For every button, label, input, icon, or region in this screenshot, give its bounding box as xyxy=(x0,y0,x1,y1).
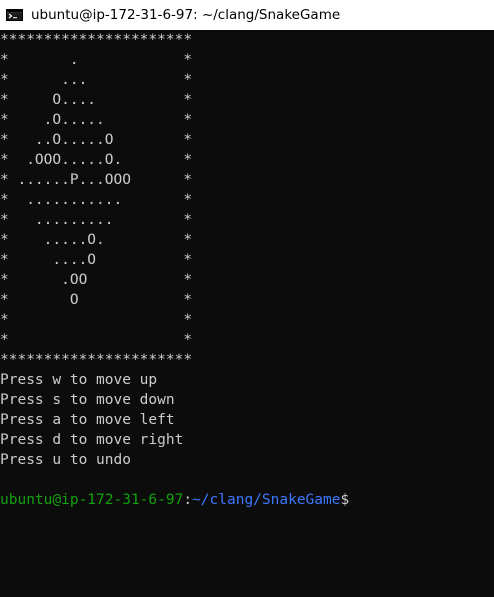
board-row: * ... * xyxy=(0,72,193,88)
instruction-line: Press a to move left xyxy=(0,412,175,428)
prompt-user-host: ubuntu@ip-172-31-6-97 xyxy=(0,492,184,508)
board-row: * ........... * xyxy=(0,192,193,208)
board-row: * O.... * xyxy=(0,92,193,108)
board-row: * * xyxy=(0,312,193,328)
prompt-symbol: $ xyxy=(340,492,350,508)
board-row: * ..O.....O * xyxy=(0,132,193,148)
terminal-content[interactable]: ********************** * . * * ... * * O… xyxy=(0,30,494,597)
board-row: * ......... * xyxy=(0,212,193,228)
board-row: * ....O * xyxy=(0,252,193,268)
instruction-line: Press w to move up xyxy=(0,372,158,388)
board-row: * O * xyxy=(0,292,193,308)
instruction-line: Press d to move right xyxy=(0,432,184,448)
instruction-line: Press u to undo xyxy=(0,452,131,468)
board-row: * .....O. * xyxy=(0,232,193,248)
board-row: * ......P...OOO * xyxy=(0,172,193,188)
terminal-window: ubuntu@ip-172-31-6-97: ~/clang/SnakeGame… xyxy=(0,0,494,597)
prompt-separator: : xyxy=(183,492,193,508)
board-row: * .OO * xyxy=(0,272,193,288)
title-bar[interactable]: ubuntu@ip-172-31-6-97: ~/clang/SnakeGame xyxy=(0,0,494,30)
instruction-line: Press s to move down xyxy=(0,392,175,408)
board-row: ********************** xyxy=(0,352,193,368)
board-row: * .O..... * xyxy=(0,112,193,128)
board-row: * * xyxy=(0,332,193,348)
board-row: * .OOO.....O. * xyxy=(0,152,193,168)
terminal-icon xyxy=(6,9,23,21)
prompt-path: ~/clang/SnakeGame xyxy=(192,492,341,508)
board-row: * . * xyxy=(0,52,193,68)
window-title: ubuntu@ip-172-31-6-97: ~/clang/SnakeGame xyxy=(31,7,341,23)
board-row: ********************** xyxy=(0,32,193,48)
shell-prompt[interactable]: ubuntu@ip-172-31-6-97:~/clang/SnakeGame$ xyxy=(0,490,359,510)
